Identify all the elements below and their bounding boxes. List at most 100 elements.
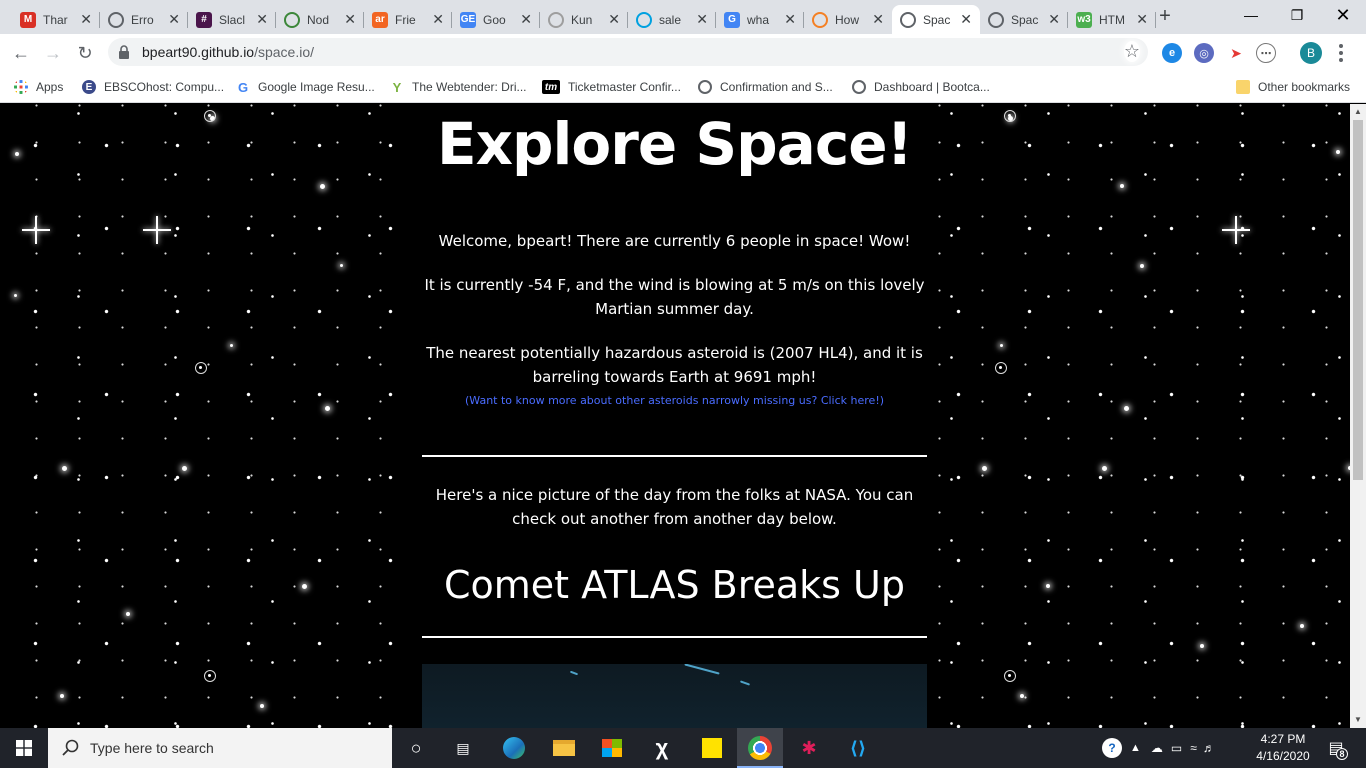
close-tab-icon[interactable]: ✕ — [80, 11, 92, 28]
google-icon: G — [724, 11, 740, 28]
tab-title: Kun — [571, 12, 593, 27]
tab-title: Nod — [307, 12, 330, 27]
profile-avatar[interactable]: B — [1300, 42, 1322, 64]
tab-title: Frie — [395, 12, 416, 27]
close-tab-icon[interactable]: ✕ — [1136, 11, 1148, 28]
browser-menu-icon[interactable] — [1334, 41, 1348, 65]
sparkle-star — [143, 216, 171, 244]
scrollbar-thumb[interactable] — [1353, 120, 1363, 480]
browser-tab[interactable]: sale ✕ — [628, 5, 716, 34]
divider — [422, 636, 927, 638]
browser-tab[interactable]: Spac ✕ — [980, 5, 1068, 34]
bookmark-label: The Webtender: Dri... — [412, 80, 527, 94]
sublime-icon[interactable]: χ — [648, 734, 676, 762]
star — [1046, 584, 1050, 588]
tab-title: Goo — [483, 12, 506, 27]
page-viewport: Explore Space! Welcome, bpeart! There ar… — [0, 104, 1350, 728]
w3schools-icon: w3 — [1076, 11, 1092, 28]
cloud-icon[interactable]: ☁ — [1151, 741, 1163, 755]
help-icon[interactable]: ? — [1102, 738, 1122, 758]
close-tab-icon[interactable]: ✕ — [256, 11, 268, 28]
arc-icon: ar — [372, 11, 388, 28]
browser-tab[interactable]: ar Frie ✕ — [364, 5, 452, 34]
battery-icon[interactable]: ▭ — [1171, 741, 1182, 755]
wifi-icon[interactable]: ≈ — [1190, 741, 1197, 755]
slack-icon[interactable]: ✱ — [795, 734, 823, 762]
task-view-icon[interactable]: ▤ — [449, 734, 477, 762]
ie-tab-extension-icon[interactable]: e — [1162, 43, 1182, 63]
tab-title: Spac — [1011, 12, 1039, 27]
cortana-icon[interactable]: ○ — [402, 734, 430, 762]
back-button[interactable]: ← — [8, 40, 34, 66]
extension-icon[interactable]: ⋯ — [1256, 43, 1276, 63]
close-window-button[interactable]: ✕ — [1320, 0, 1366, 30]
bookmark-star-icon[interactable]: ☆ — [1123, 41, 1140, 62]
bookmark-apps[interactable]: Apps — [14, 76, 63, 98]
close-tab-icon[interactable]: ✕ — [608, 11, 620, 28]
bookmark-dashboard[interactable]: Dashboard | Bootca... — [852, 76, 990, 98]
address-bar[interactable]: bpeart90.github.io/space.io/ ☆ — [108, 38, 1148, 66]
notifications-icon[interactable]: ▤ 8 — [1322, 734, 1350, 762]
page-scrollbar[interactable]: ▲ ▼ — [1350, 104, 1366, 728]
browser-tab[interactable]: Gwha ✕ — [716, 5, 804, 34]
chrome-icon[interactable] — [746, 734, 774, 762]
bookmark-label: EBSCOhost: Compu... — [104, 80, 225, 94]
tab-title: Thar — [43, 12, 68, 27]
new-tab-button[interactable]: + — [1154, 6, 1176, 28]
star — [230, 344, 233, 347]
close-tab-icon[interactable]: ✕ — [960, 11, 972, 28]
volume-icon[interactable]: ♬ — [1203, 741, 1215, 755]
bookmark-confirmation[interactable]: Confirmation and S... — [698, 76, 833, 98]
store-icon[interactable] — [598, 734, 626, 762]
edge-icon[interactable] — [500, 734, 528, 762]
bookmark-webtender[interactable]: Y The Webtender: Dri... — [390, 76, 527, 98]
close-tab-icon[interactable]: ✕ — [520, 11, 532, 28]
star — [1020, 694, 1024, 698]
close-tab-icon[interactable]: ✕ — [1048, 11, 1060, 28]
browser-tab[interactable]: Nod ✕ — [276, 5, 364, 34]
reload-button[interactable]: ↻ — [72, 40, 98, 66]
star — [1000, 344, 1003, 347]
globe-extension-icon[interactable]: ◎ — [1194, 43, 1214, 63]
close-tab-icon[interactable]: ✕ — [432, 11, 444, 28]
scroll-up-arrow-icon[interactable]: ▲ — [1350, 104, 1366, 120]
bookmark-google-images[interactable]: G Google Image Resu... — [236, 76, 375, 98]
google-forms-icon: GE — [460, 11, 476, 28]
restore-button[interactable]: ❐ — [1274, 0, 1320, 30]
file-explorer-icon[interactable] — [550, 734, 578, 762]
ringed-star — [204, 670, 216, 682]
sticky-notes-icon[interactable] — [698, 734, 726, 762]
chevron-up-icon[interactable]: ▲ — [1130, 742, 1141, 754]
apod-image[interactable] — [422, 664, 927, 728]
scroll-down-arrow-icon[interactable]: ▼ — [1350, 712, 1366, 728]
close-tab-icon[interactable]: ✕ — [168, 11, 180, 28]
close-tab-icon[interactable]: ✕ — [784, 11, 796, 28]
bookmark-ebscohost[interactable]: E EBSCOhost: Compu... — [82, 76, 224, 98]
browser-tab[interactable]: GE Goo ✕ — [452, 5, 540, 34]
star — [14, 294, 17, 297]
bookmark-ticketmaster[interactable]: tm Ticketmaster Confir... — [542, 76, 681, 98]
close-tab-icon[interactable]: ✕ — [696, 11, 708, 28]
close-tab-icon[interactable]: ✕ — [344, 11, 356, 28]
taskbar-search[interactable]: Type here to search — [48, 728, 392, 768]
bookmark-other[interactable]: Other bookmarks — [1236, 76, 1350, 98]
forward-button[interactable]: → — [40, 40, 66, 66]
clock[interactable]: 4:27 PM 4/16/2020 — [1246, 731, 1320, 765]
tab-title: Erro — [131, 12, 154, 27]
stackoverflow-icon — [812, 11, 828, 28]
browser-tab[interactable]: w3 HTM ✕ — [1068, 5, 1156, 34]
start-button[interactable] — [0, 728, 48, 768]
browser-tab[interactable]: # Slacl ✕ — [188, 5, 276, 34]
browser-tab[interactable]: Spac ✕ — [892, 5, 980, 34]
asteroid-link[interactable]: (Want to know more about other asteroids… — [422, 394, 927, 407]
browser-toolbar: ← → ↻ bpeart90.github.io/space.io/ ☆ e ◎… — [0, 34, 1366, 71]
globe-icon — [108, 11, 124, 28]
vscode-icon[interactable]: ⟨⟩ — [844, 734, 872, 762]
browser-tab[interactable]: Kun ✕ — [540, 5, 628, 34]
minimize-button[interactable]: — — [1228, 0, 1274, 30]
cast-extension-icon[interactable]: ➤ — [1226, 43, 1246, 63]
browser-tab[interactable]: How ✕ — [804, 5, 892, 34]
browser-tab[interactable]: M Thar ✕ — [12, 5, 100, 34]
close-tab-icon[interactable]: ✕ — [872, 11, 884, 28]
browser-tab[interactable]: Erro ✕ — [100, 5, 188, 34]
